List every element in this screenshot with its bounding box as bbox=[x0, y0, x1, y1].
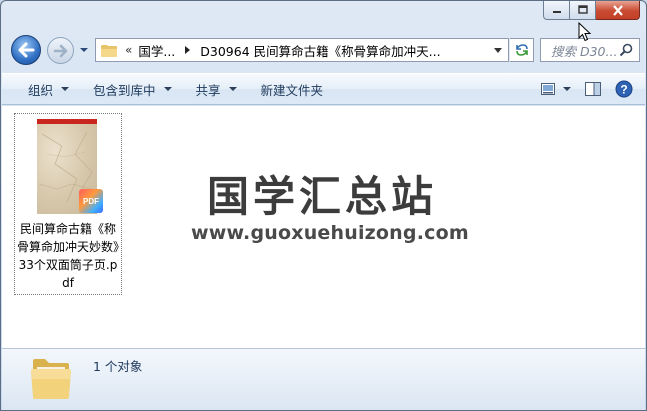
chevron-down-icon bbox=[228, 87, 237, 91]
file-item[interactable]: PDF 民间算命古籍《称骨算命加冲天妙数》33个双面筒子页.pdf bbox=[14, 113, 122, 295]
search-icon[interactable] bbox=[619, 43, 633, 57]
address-bar[interactable]: « 国学... D30964 民间算命古籍《称骨算命加冲天... bbox=[95, 38, 509, 62]
chevron-down-icon bbox=[163, 87, 172, 91]
address-segment-current[interactable]: D30964 民间算命古籍《称骨算命加冲天... bbox=[200, 41, 440, 60]
share-label: 共享 bbox=[195, 82, 221, 98]
refresh-button[interactable] bbox=[510, 38, 534, 62]
close-button[interactable] bbox=[596, 1, 640, 20]
file-name-label[interactable]: 民间算命古籍《称骨算命加冲天妙数》33个双面筒子页.pdf bbox=[16, 220, 120, 292]
chevron-down-icon bbox=[61, 87, 70, 91]
recent-pages-dropdown[interactable] bbox=[79, 46, 89, 54]
item-count: 1 个对象 bbox=[93, 359, 143, 374]
minimize-button[interactable] bbox=[543, 1, 570, 20]
view-options-icon bbox=[541, 83, 555, 95]
include-in-library-menu[interactable]: 包含到库中 bbox=[81, 74, 184, 104]
folder-icon bbox=[101, 44, 117, 57]
svg-text:?: ? bbox=[620, 83, 627, 97]
explorer-window: « 国学... D30964 民间算命古籍《称骨算命加冲天... 搜索 D30.… bbox=[0, 0, 647, 411]
watermark-title: 国学汇总站 bbox=[207, 172, 438, 221]
folder-icon bbox=[31, 359, 71, 399]
back-arrow-icon bbox=[18, 42, 35, 58]
share-menu[interactable]: 共享 bbox=[184, 74, 249, 104]
address-overflow-chevron[interactable]: « bbox=[125, 43, 132, 57]
navigation-bar: « 国学... D30964 民间算命古籍《称骨算命加冲天... 搜索 D30.… bbox=[7, 33, 642, 67]
address-segment-parent[interactable]: 国学... bbox=[138, 41, 175, 60]
maximize-icon bbox=[577, 5, 588, 14]
organize-label: 组织 bbox=[28, 82, 54, 98]
address-dropdown-icon[interactable] bbox=[494, 48, 502, 53]
maximize-button[interactable] bbox=[570, 1, 596, 20]
command-bar: 组织 包含到库中 共享 新建文件夹 ? bbox=[2, 73, 645, 105]
minimize-icon bbox=[552, 11, 561, 13]
new-folder-label: 新建文件夹 bbox=[260, 82, 324, 98]
details-pane: 1 个对象 bbox=[2, 348, 645, 410]
include-in-library-label: 包含到库中 bbox=[93, 82, 156, 98]
back-button[interactable] bbox=[11, 35, 41, 65]
pdf-icon: PDF bbox=[79, 189, 103, 213]
cursor-icon bbox=[578, 22, 592, 42]
organize-menu[interactable]: 组织 bbox=[16, 74, 81, 104]
help-icon[interactable]: ? bbox=[615, 80, 633, 98]
caption-buttons bbox=[543, 1, 640, 20]
preview-pane-icon[interactable] bbox=[585, 82, 601, 96]
close-icon bbox=[612, 4, 623, 16]
forward-arrow-icon bbox=[53, 44, 67, 57]
file-list-area[interactable]: PDF 民间算命古籍《称骨算命加冲天妙数》33个双面筒子页.pdf 国学汇总站 … bbox=[2, 106, 645, 348]
new-folder-button[interactable]: 新建文件夹 bbox=[249, 74, 336, 104]
refresh-icon bbox=[515, 44, 528, 56]
forward-button[interactable] bbox=[47, 37, 74, 64]
watermark-url: www.guoxuehuizong.com bbox=[191, 222, 469, 244]
chevron-down-icon bbox=[563, 87, 571, 91]
view-options-button[interactable] bbox=[541, 83, 571, 95]
address-separator-icon[interactable] bbox=[185, 46, 191, 54]
search-input[interactable]: 搜索 D30... bbox=[551, 41, 619, 60]
